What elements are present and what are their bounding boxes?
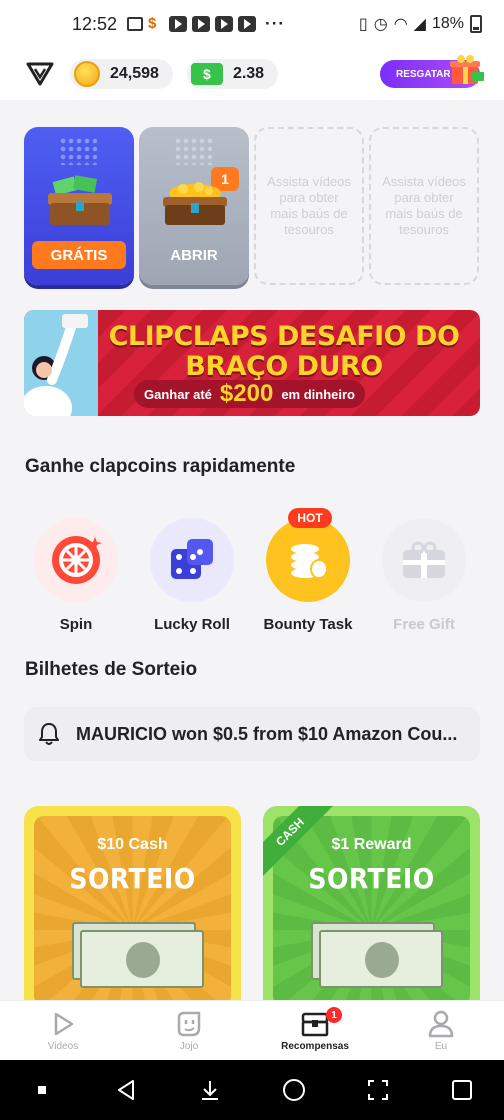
nav-jojo-label: Jojo (179, 1041, 199, 1052)
flexing-person-icon (24, 314, 88, 416)
winner-ticker: MAURICIO won $0.5 from $10 Amazon Cou... (24, 707, 480, 761)
status-right: ▯ ◷ ◠ ◢ 18% (359, 14, 482, 34)
recents-button[interactable] (442, 1070, 482, 1110)
youtube-icon (215, 16, 234, 32)
nav-rewards[interactable]: 1 Recompensas (252, 1001, 378, 1060)
redeem-label: RESGATAR (396, 68, 451, 80)
status-bar: 12:52 $ ··· ▯ ◷ ◠ ◢ 18% (0, 0, 504, 48)
redeem-button[interactable]: RESGATAR (380, 55, 484, 88)
empty-chest-slot: Assista vídeos para obter mais baús de t… (254, 127, 364, 285)
coin-balance[interactable]: 24,598 (70, 59, 173, 89)
back-button[interactable] (106, 1070, 146, 1110)
youtube-icon (238, 16, 257, 32)
lottery-card-inner: $1 Reward SORTEIO (273, 816, 470, 1006)
bell-icon (39, 723, 59, 745)
nav-jojo[interactable]: Jojo (126, 1001, 252, 1060)
more-notifications-icon: ··· (265, 14, 286, 33)
youtube-icon (192, 16, 211, 32)
dollar-bill-icon (319, 930, 443, 988)
app-header: 24,598 $ 2.38 RESGATAR (0, 48, 504, 100)
dollar-bill-icon (80, 930, 204, 988)
gift-box-icon (450, 55, 484, 84)
nav-rewards-label: Recompensas (281, 1041, 349, 1052)
dot-pattern (59, 137, 99, 165)
open-chest-button[interactable]: ABRIR (147, 241, 241, 269)
roulette-wheel-icon (34, 518, 118, 602)
banner-reward: Ganhar até $200 em dinheiro (134, 380, 365, 408)
message-icon (127, 17, 144, 31)
nav-me-label: Eu (434, 1041, 448, 1052)
banner-suffix: em dinheiro (281, 386, 355, 402)
lucky-roll-label: Lucky Roll (154, 616, 230, 633)
treasure-chest-gold-icon (163, 182, 227, 225)
open-chest-card[interactable]: 1 ABRIR (139, 127, 249, 285)
nav-videos[interactable]: Videos (0, 1001, 126, 1060)
bounty-task-item[interactable]: HOT Bounty Task (256, 508, 360, 633)
dot-button[interactable] (22, 1070, 62, 1110)
lottery-cards: $10 Cash SORTEIO $1 Reward SORTEIO CASH (24, 806, 480, 1016)
treasure-chests: GRÁTIS 1 ABRIR Assista vídeos para obter… (24, 127, 480, 287)
app-notification-icon: $ (148, 15, 157, 32)
signal-icon: ◢ (413, 16, 426, 33)
free-gift-label: Free Gift (393, 616, 455, 633)
free-chest-button[interactable]: GRÁTIS (32, 241, 126, 269)
dice-icon (150, 518, 234, 602)
vibrate-icon: ▯ (358, 16, 368, 33)
treasure-chest-money-icon (48, 175, 112, 225)
lottery-title: Bilhetes de Sorteio (25, 659, 198, 680)
dot-pattern (174, 137, 214, 165)
lucky-roll-item[interactable]: Lucky Roll (140, 518, 244, 633)
ticker-text: MAURICIO won $0.5 from $10 Amazon Cou... (76, 723, 458, 744)
lottery-card-1-reward[interactable]: $1 Reward SORTEIO CASH (263, 806, 480, 1016)
banner-prefix: Ganhar até (144, 386, 212, 402)
alarm-icon: ◷ (373, 16, 388, 33)
coin-amount: 24,598 (110, 65, 159, 82)
play-icon (48, 1009, 78, 1039)
banner-illustration (24, 310, 98, 416)
quick-earn-title: Ganhe clapcoins rapidamente (25, 456, 296, 477)
nav-videos-label: Videos (47, 1041, 79, 1052)
lottery-card-title: SORTEIO (308, 862, 435, 895)
battery-percent: 18% (431, 15, 464, 32)
status-time: 12:52 (72, 13, 118, 34)
spin-label: Spin (59, 616, 93, 633)
lottery-card-subtitle: $1 Reward (331, 836, 412, 853)
gift-icon (382, 518, 466, 602)
rewards-badge: 1 (326, 1007, 342, 1023)
person-icon (426, 1009, 456, 1039)
screenshot-button[interactable] (358, 1070, 398, 1110)
bottom-nav: Videos Jojo 1 Recompensas Eu (0, 1000, 504, 1060)
challenge-banner[interactable]: CLIPCLAPS DESAFIO DO BRAÇO DURO Ganhar a… (24, 310, 480, 416)
hot-badge: HOT (288, 508, 332, 528)
free-chest-card[interactable]: GRÁTIS (24, 127, 134, 285)
jojo-face-icon (174, 1009, 204, 1039)
coin-stack-icon: HOT (266, 508, 350, 602)
empty-chest-slot: Assista vídeos para obter mais baús de t… (369, 127, 479, 285)
battery-icon (470, 15, 482, 33)
free-gift-item[interactable]: Free Gift (372, 518, 476, 633)
cash-balance[interactable]: $ 2.38 (186, 59, 279, 89)
download-button[interactable] (190, 1070, 230, 1110)
lottery-card-10-cash[interactable]: $10 Cash SORTEIO (24, 806, 241, 1016)
wifi-icon: ◠ (393, 16, 408, 33)
banner-title: CLIPCLAPS DESAFIO DO BRAÇO DURO (108, 321, 460, 382)
bounty-task-label: Bounty Task (263, 616, 353, 633)
youtube-icon (169, 16, 188, 32)
bill-portrait (365, 942, 399, 978)
lottery-card-subtitle: $10 Cash (97, 836, 168, 853)
cash-amount: 2.38 (232, 65, 265, 82)
home-button[interactable] (274, 1070, 314, 1110)
spin-item[interactable]: Spin (24, 518, 128, 633)
system-nav-bar (0, 1060, 504, 1120)
lottery-card-title: SORTEIO (69, 862, 196, 895)
nav-me[interactable]: Eu (378, 1001, 504, 1060)
coin-icon (74, 61, 100, 87)
lottery-card-inner: $10 Cash SORTEIO (34, 816, 231, 1006)
quick-earn-grid: Spin Lucky Roll HOT Bounty Task Free Gif… (24, 508, 480, 638)
bill-portrait (126, 942, 160, 978)
banner-amount: $200 (219, 380, 274, 407)
vip-icon[interactable] (24, 60, 56, 88)
cash-icon: $ (190, 63, 223, 85)
